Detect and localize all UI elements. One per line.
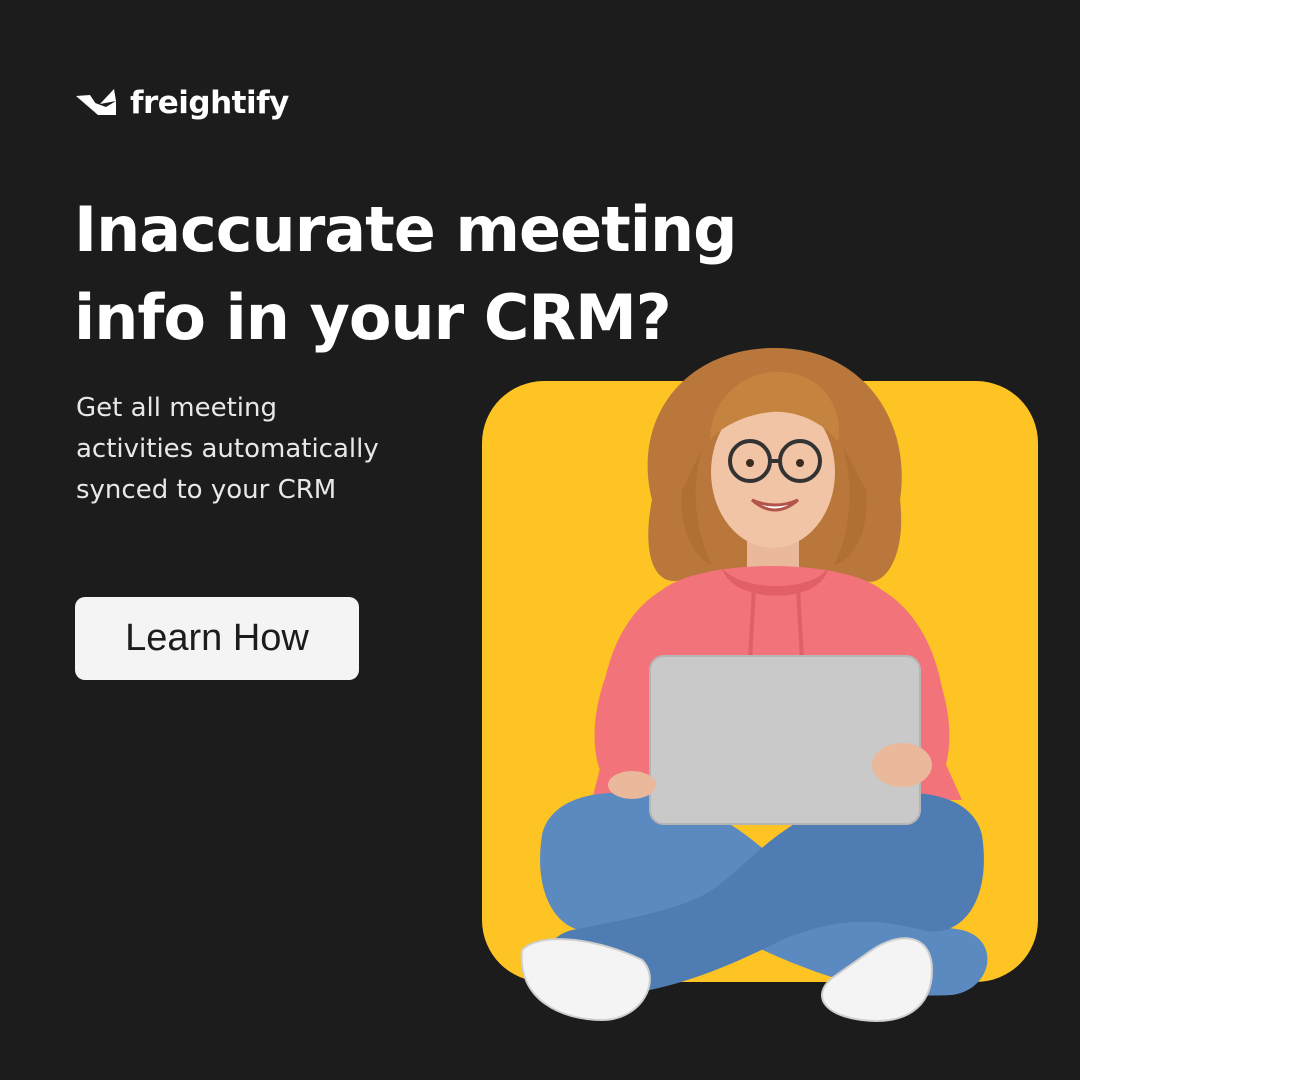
learn-how-button[interactable]: Learn How <box>75 597 359 680</box>
subheadline: Get all meeting activities automatically… <box>76 388 436 511</box>
woman-with-laptop-illustration <box>520 347 988 1022</box>
paper-boat-icon <box>76 89 116 115</box>
ad-banner: freightify Inaccurate meeting info in yo… <box>0 0 1080 1080</box>
subheadline-line-3: synced to your CRM <box>76 475 337 505</box>
brand-logo: freightify <box>76 80 289 126</box>
page: freightify Inaccurate meeting info in yo… <box>0 0 1290 1080</box>
brand-name: freightify <box>130 85 289 121</box>
subheadline-line-2: activities automatically <box>76 434 379 464</box>
headline-line-1: Inaccurate meeting <box>74 193 738 266</box>
subheadline-line-1: Get all meeting <box>76 393 277 423</box>
